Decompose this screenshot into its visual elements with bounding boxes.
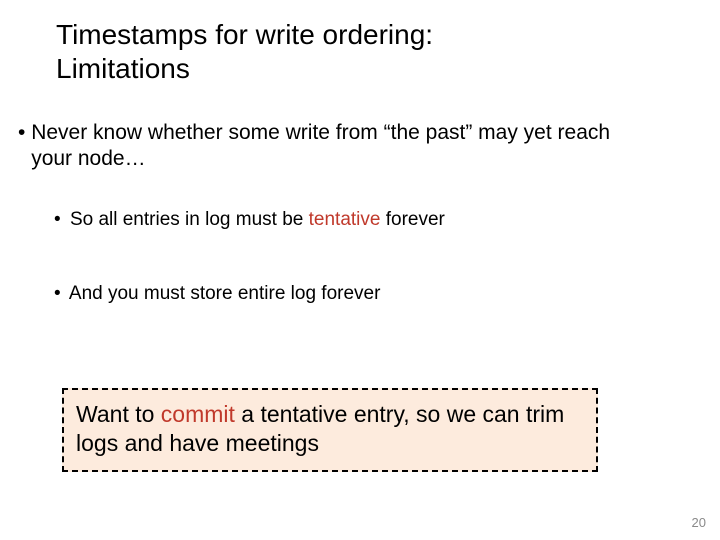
bullet-level1: • Never know whether some write from “th… [18,120,651,173]
slide-title: Timestamps for write ordering: Limitatio… [56,18,433,85]
bullet-text: Never know whether some write from “the … [31,120,651,173]
bullet-text: And you must store entire log forever [69,283,381,304]
callout-box: Want to commit a tentative entry, so we … [62,388,598,472]
bullet-text-highlight: tentative [309,209,381,230]
bullet-dot: • [54,208,61,233]
bullet-text-pre: So all entries in log must be [70,209,309,230]
bullet-text-post: forever [380,209,444,230]
callout-highlight: commit [161,401,235,427]
bullet-level2: • So all entries in log must be tentativ… [54,208,445,233]
page-number: 20 [692,515,706,530]
bullet-dot: • [18,120,31,146]
slide: { "title_l1": "Timestamps for write orde… [0,0,720,540]
callout-pre: Want to [76,401,161,427]
bullet-dot: • [54,282,61,307]
title-line-2: Limitations [56,53,190,84]
title-line-1: Timestamps for write ordering: [56,19,433,50]
bullet-level2: • And you must store entire log forever [54,282,380,307]
